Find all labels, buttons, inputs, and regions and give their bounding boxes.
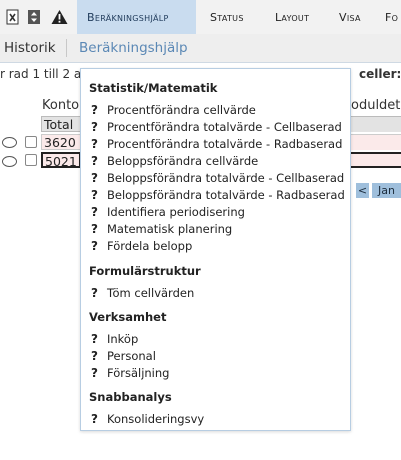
grid-row-3620-right[interactable]: [351, 134, 401, 150]
help-question-icon: ?: [91, 188, 98, 202]
menu-tab-layout[interactable]: Layout: [275, 0, 309, 34]
menu-item-procent-total-cell[interactable]: ? Procentförändra totalvärde - Cellbasera…: [91, 119, 342, 135]
help-question-icon: ?: [91, 239, 98, 253]
section-title-formularstruktur: Formulärstruktur: [89, 264, 201, 278]
sub-menu-bar: Historik Beräkningshjälp: [0, 34, 401, 63]
menu-item-procent-cellvarde[interactable]: ? Procentförändra cellvärde: [91, 102, 256, 118]
grid-total-right: [351, 116, 401, 132]
menu-item-konsolideringsvy[interactable]: ? Konsolideringsvy: [91, 411, 204, 427]
subtab-berakningshjalp[interactable]: Beräkningshjälp: [79, 34, 188, 62]
help-question-icon: ?: [91, 222, 98, 236]
help-question-icon: ?: [91, 205, 98, 219]
menu-item-inkop[interactable]: ? Inköp: [91, 331, 138, 347]
menu-item-identifiera-periodisering[interactable]: ? Identifiera periodisering: [91, 204, 245, 220]
row-checkbox[interactable]: [25, 154, 37, 166]
menu-tab-visa[interactable]: Visa: [339, 0, 361, 34]
help-question-icon: ?: [91, 120, 98, 134]
grid-row-3620[interactable]: 3620: [41, 134, 81, 150]
help-question-icon: ?: [91, 366, 98, 380]
subtab-divider: [66, 39, 67, 57]
section-title-verksamhet: Verksamhet: [89, 310, 167, 324]
menu-item-matematisk-planering[interactable]: ? Matematisk planering: [91, 221, 232, 237]
berakningshjalp-dropdown: Statistik/Matematik ? Procentförändra cel…: [80, 68, 351, 431]
comment-icon[interactable]: [2, 137, 17, 148]
menu-item-tom-cellvarden[interactable]: ? Töm cellvärden: [91, 285, 194, 301]
warning-icon[interactable]: [51, 9, 68, 25]
help-question-icon: ?: [91, 332, 98, 346]
top-menu-bar: Beräkningshjälp Status Layout Visa Fo: [0, 0, 401, 35]
menu-item-belopp-total-cell[interactable]: ? Beloppsförändra totalvärde - Cellbasera…: [91, 170, 344, 186]
grid-row-5021-right[interactable]: [351, 152, 401, 168]
menu-item-fordela-belopp[interactable]: ? Fördela belopp: [91, 238, 192, 254]
menu-tab-berakningshjalp[interactable]: Beräkningshjälp: [77, 0, 196, 34]
grid-row-5021[interactable]: 5021: [41, 152, 81, 169]
help-question-icon: ?: [91, 349, 98, 363]
menu-tab-more[interactable]: Fo: [385, 0, 398, 34]
prev-period-button[interactable]: <: [356, 183, 369, 198]
grid-total-cell: Total: [41, 116, 81, 132]
help-question-icon: ?: [91, 412, 98, 426]
column-header-moduldetalj: oduldeta: [351, 98, 401, 113]
menu-item-belopp-total-rad[interactable]: ? Beloppsförändra totalvärde - Radbaserad: [91, 187, 345, 203]
menu-item-personal[interactable]: ? Personal: [91, 348, 156, 364]
excel-export-icon[interactable]: [5, 9, 21, 25]
cells-label: celler:: [359, 67, 401, 81]
section-title-statistik: Statistik/Matematik: [89, 81, 218, 95]
help-question-icon: ?: [91, 137, 98, 151]
help-question-icon: ?: [91, 154, 98, 168]
menu-item-forsaljning[interactable]: ? Försäljning: [91, 365, 169, 381]
comment-icon[interactable]: [2, 156, 17, 167]
menu-item-belopp-cellvarde[interactable]: ? Beloppsförändra cellvärde: [91, 153, 258, 169]
menu-tab-status[interactable]: Status: [210, 0, 244, 34]
period-jan-button[interactable]: Jan: [372, 183, 401, 198]
section-title-snabbanalys: Snabbanalys: [89, 390, 172, 404]
menu-item-procent-total-rad[interactable]: ? Procentförändra totalvärde - Radbaserad: [91, 136, 342, 152]
help-question-icon: ?: [91, 171, 98, 185]
help-question-icon: ?: [91, 286, 98, 300]
column-header-konto: Konto: [42, 98, 80, 113]
sort-icon[interactable]: [26, 9, 42, 25]
subtab-historik[interactable]: Historik: [4, 34, 56, 62]
row-checkbox[interactable]: [25, 136, 37, 148]
help-question-icon: ?: [91, 103, 98, 117]
row-range-text: r rad 1 till 2 av: [0, 67, 89, 81]
